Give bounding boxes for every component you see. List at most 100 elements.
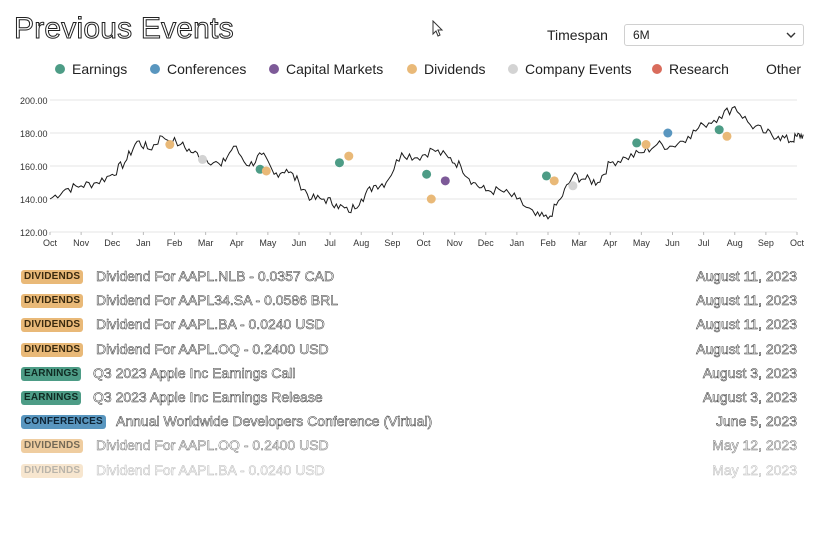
event-row[interactable]: DIVIDENDS Dividend For AAPL.NLB - 0.0357 …	[0, 268, 818, 292]
event-row[interactable]: EARNINGS Q3 2023 Apple Inc Earnings Call A…	[0, 365, 818, 389]
chart-legend: Earnings Conferences Capital Markets Divide…	[55, 60, 818, 80]
timespan-label: Timespan	[547, 27, 608, 43]
x-tick-label: Aug	[727, 238, 743, 248]
y-tick-label: 200.00	[20, 96, 48, 106]
x-tick-label: Aug	[353, 238, 369, 248]
price-chart: 200.00180.00160.00140.00120.00Oct Nov Dec J…	[20, 96, 805, 248]
x-tick-label: Dec	[478, 238, 495, 248]
event-title[interactable]: Dividend For AAPL.BA - 0.0240 USD	[96, 461, 325, 478]
legend-label: Dividends	[424, 61, 486, 77]
x-tick-label: May	[633, 238, 651, 248]
legend-dot-icon	[652, 64, 662, 74]
event-date: August 11, 2023	[696, 268, 797, 285]
event-marker-earnings[interactable]	[632, 138, 642, 148]
x-tick-label: Jul	[324, 238, 336, 248]
x-tick-label: Apr	[603, 238, 617, 248]
legend-label: Research	[669, 61, 729, 77]
x-tick-label: Mar	[198, 238, 214, 248]
event-title[interactable]: Dividend For AAPL.BA - 0.0240 USD	[96, 316, 325, 333]
event-marker-capital-markets[interactable]	[440, 176, 450, 186]
y-tick-label: 180.00	[20, 129, 48, 139]
event-title[interactable]: Q3 2023 Apple Inc Earnings Call	[93, 365, 296, 382]
legend-label: Company Events	[525, 61, 632, 77]
event-date: August 3, 2023	[702, 364, 798, 382]
event-category-badge: DIVIDENDS	[21, 270, 84, 284]
event-marker-dividends[interactable]	[165, 140, 175, 150]
event-title[interactable]: Dividend For AAPL.OQ - 0.2400 USD	[96, 437, 329, 454]
event-row[interactable]: DIVIDENDS Dividend For AAPL.OQ - 0.2400 U…	[0, 437, 818, 461]
event-date: August 11, 2023	[696, 316, 797, 333]
event-category-badge: CONFERENCES	[21, 415, 106, 430]
event-title[interactable]: Q3 2023 Apple Inc Earnings Release	[93, 389, 323, 406]
legend-label: Conferences	[167, 61, 247, 77]
x-tick-label: Dec	[104, 238, 121, 248]
event-category-badge: DIVIDENDS	[21, 439, 84, 454]
event-title[interactable]: Annual Worldwide Developers Conference (…	[116, 413, 433, 430]
x-tick-label: Feb	[540, 238, 556, 248]
event-marker-dividends[interactable]	[641, 140, 651, 150]
event-category-badge: DIVIDENDS	[21, 342, 84, 357]
event-date: August 11, 2023	[696, 340, 797, 357]
event-marker-dividends[interactable]	[426, 194, 436, 204]
legend-dot-icon	[508, 64, 518, 74]
event-row[interactable]: DIVIDENDS Dividend For AAPL.BA - 0.0240 U…	[0, 461, 818, 486]
event-row[interactable]: DIVIDENDS Dividend For AAPL.BA - 0.0240 U…	[0, 316, 818, 340]
chevron-down-icon	[786, 32, 796, 38]
page-title: Previous Events	[14, 12, 235, 46]
legend-label: Other	[766, 61, 802, 77]
mouse-cursor-icon	[432, 20, 444, 37]
event-date: June 5, 2023	[716, 413, 797, 430]
x-tick-label: Oct	[416, 238, 431, 248]
event-date: August 11, 2023	[696, 292, 797, 309]
event-date: May 12, 2023	[712, 461, 797, 478]
legend-dot-icon	[55, 64, 65, 74]
x-tick-label: Jan	[136, 238, 151, 248]
y-tick-label: 140.00	[20, 195, 48, 205]
event-marker-earnings[interactable]	[422, 169, 432, 179]
event-marker-dividends[interactable]	[549, 176, 559, 186]
x-tick-label: Oct	[43, 238, 58, 248]
legend-dot-icon	[269, 64, 279, 74]
event-title[interactable]: Dividend For AAPL.OQ - 0.2400 USD	[96, 340, 329, 357]
legend-label: Earnings	[72, 61, 128, 77]
x-tick-label: Apr	[230, 238, 244, 248]
price-line	[49, 105, 804, 220]
x-tick-label: Nov	[447, 238, 464, 248]
x-tick-label: Sep	[384, 238, 400, 248]
event-row[interactable]: DIVIDENDS Dividend For AAPL.OQ - 0.2400 U…	[0, 340, 818, 365]
event-marker-dividends[interactable]	[344, 151, 354, 161]
event-marker-earnings[interactable]	[541, 171, 551, 181]
x-tick-label: Jan	[510, 238, 525, 248]
x-tick-label: Sep	[758, 238, 774, 248]
event-marker-conferences[interactable]	[663, 128, 673, 138]
event-title[interactable]: Dividend For AAPL34.SA - 0.0586 BRL	[96, 292, 339, 309]
legend-dot-icon	[407, 64, 417, 74]
event-marker-dividends[interactable]	[261, 166, 271, 176]
y-tick-label: 120.00	[20, 228, 48, 238]
event-marker-company-events[interactable]	[198, 154, 208, 164]
x-tick-label: Mar	[571, 238, 587, 248]
event-row[interactable]: DIVIDENDS Dividend For AAPL34.SA - 0.0586…	[0, 292, 818, 316]
legend-dot-icon	[150, 64, 160, 74]
x-tick-label: Jun	[665, 238, 680, 248]
x-tick-label: May	[259, 238, 277, 248]
event-date: May 12, 2023	[712, 437, 797, 454]
event-marker-dividends[interactable]	[722, 131, 732, 141]
event-category-badge: DIVIDENDS	[21, 294, 84, 309]
x-tick-label: Oct	[790, 238, 805, 248]
event-row[interactable]: EARNINGS Q3 2023 Apple Inc Earnings Relea…	[0, 389, 818, 413]
event-category-badge: DIVIDENDS	[21, 463, 84, 478]
x-tick-label: Nov	[73, 238, 90, 248]
timespan-select[interactable]: 6M	[624, 24, 804, 46]
event-marker-company-events[interactable]	[568, 181, 578, 191]
event-marker-earnings[interactable]	[334, 158, 344, 168]
event-category-badge: EARNINGS	[21, 391, 82, 405]
event-marker-earnings[interactable]	[714, 125, 724, 135]
event-category-badge: DIVIDENDS	[21, 318, 84, 333]
legend-label: Capital Markets	[286, 61, 384, 77]
event-row[interactable]: CONFERENCES Annual Worldwide Developers C…	[0, 413, 818, 437]
y-tick-label: 160.00	[20, 162, 48, 172]
event-date: August 3, 2023	[702, 389, 798, 406]
event-title[interactable]: Dividend For AAPL.NLB - 0.0357 CAD	[96, 268, 335, 285]
timespan-selected-value: 6M	[633, 28, 650, 42]
